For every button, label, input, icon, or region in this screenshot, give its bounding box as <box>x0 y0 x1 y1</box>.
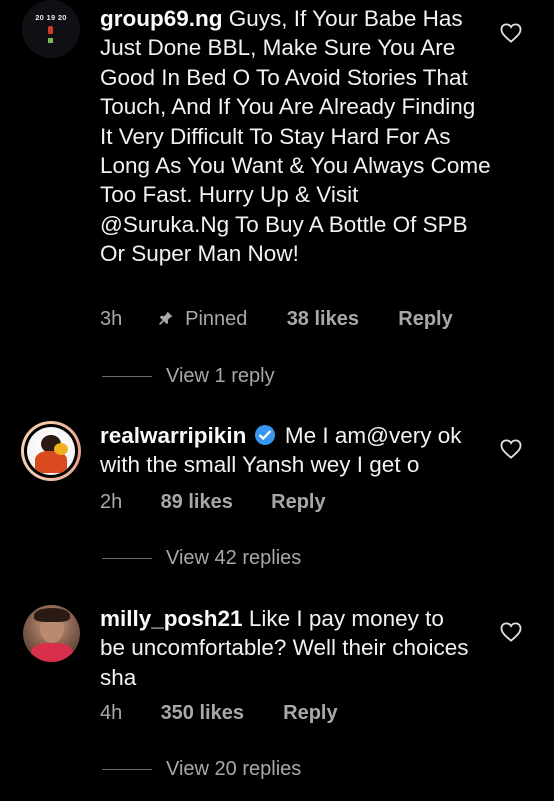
avatar[interactable]: 20 19 20 <box>22 0 80 58</box>
view-replies-button[interactable]: View 42 replies <box>102 547 301 570</box>
comment-username[interactable]: group69.ng <box>100 6 223 31</box>
reply-button[interactable]: Reply <box>283 702 337 725</box>
comment-body: realwarripikin Me I am@very ok with the … <box>100 421 492 480</box>
comment-time: 2h <box>100 491 123 513</box>
comment-milly-posh21: milly_posh21 Like I pay money to be unco… <box>0 600 554 800</box>
avatar-inner <box>24 424 78 478</box>
heart-outline-icon[interactable] <box>500 622 522 642</box>
comment-body: milly_posh21 Like I pay money to be unco… <box>100 604 470 692</box>
avatar-figure-accent <box>54 443 68 455</box>
avatar[interactable] <box>21 421 81 481</box>
avatar-photo <box>27 427 75 475</box>
comment-time: 4h <box>100 702 123 724</box>
likes-count[interactable]: 89 likes <box>161 491 266 514</box>
view-replies-button[interactable]: View 20 replies <box>102 758 301 781</box>
pin-icon <box>158 308 180 331</box>
comment-realwarripikin: realwarripikin Me I am@very ok with the … <box>0 417 554 587</box>
pinned-label: Pinned <box>185 308 248 330</box>
avatar-logo-text: 20 19 20 <box>35 13 67 22</box>
comment-meta: 4h 350 likes Reply <box>100 702 338 725</box>
replies-divider <box>102 558 152 560</box>
heart-outline-icon[interactable] <box>500 439 522 459</box>
avatar-photo-top <box>31 643 73 662</box>
avatar-photo-hair <box>34 608 70 622</box>
verified-badge-icon <box>254 425 275 445</box>
comment-group69: 20 19 20 group69.ng Guys, If Your Babe H… <box>0 0 554 400</box>
replies-divider <box>102 376 152 378</box>
comment-username[interactable]: realwarripikin <box>100 423 246 448</box>
replies-divider <box>102 769 152 771</box>
reply-button[interactable]: Reply <box>398 308 452 331</box>
view-replies-button[interactable]: View 1 reply <box>102 365 275 388</box>
view-replies-label: View 1 reply <box>166 365 275 387</box>
heart-outline-icon[interactable] <box>500 23 522 43</box>
view-replies-label: View 42 replies <box>166 547 302 569</box>
comment-meta: 3h Pinned 38 likes Reply <box>100 308 453 331</box>
comment-time: 3h <box>100 308 123 330</box>
comment-text: Guys, If Your Babe Has Just Done BBL, Ma… <box>100 6 491 267</box>
comment-meta: 2h 89 likes Reply <box>100 491 326 514</box>
comment-body: group69.ng Guys, If Your Babe Has Just D… <box>100 4 492 269</box>
reply-button[interactable]: Reply <box>271 491 325 514</box>
likes-count[interactable]: 350 likes <box>161 702 278 725</box>
view-replies-label: View 20 replies <box>166 758 302 780</box>
avatar[interactable] <box>23 605 80 662</box>
likes-count[interactable]: 38 likes <box>287 308 393 331</box>
comment-username[interactable]: milly_posh21 <box>100 606 243 631</box>
avatar-logo-mark-dot <box>48 38 53 43</box>
avatar-logo-mark <box>48 26 53 34</box>
